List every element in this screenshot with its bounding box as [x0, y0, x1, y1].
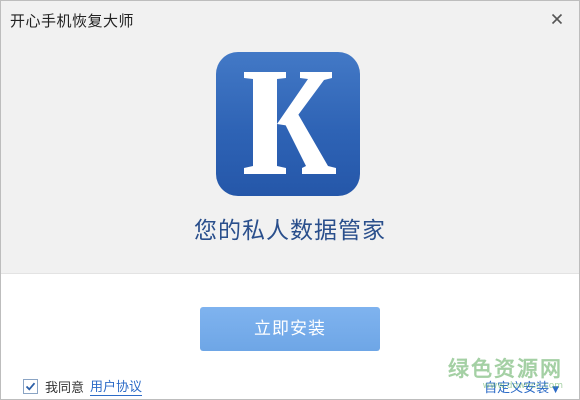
agree-label: 我同意 — [45, 380, 85, 396]
title-bar: 开心手机恢复大师 — [1, 1, 579, 41]
install-button[interactable]: 立即安装 — [200, 307, 380, 351]
tagline: 您的私人数据管家 — [194, 218, 386, 244]
agree-checkbox[interactable] — [23, 378, 38, 394]
bottom-panel: 立即安装 我同意 用户协议 自定义安装 ▼ — [1, 273, 579, 399]
user-agreement-link[interactable]: 用户协议 — [90, 376, 143, 396]
app-logo-k-icon — [244, 72, 336, 174]
close-icon — [551, 13, 563, 25]
agreement-row: 我同意 用户协议 — [23, 376, 143, 396]
window-title: 开心手机恢复大师 — [10, 12, 135, 30]
triangle-down-icon: ▼ — [552, 385, 559, 395]
custom-install-button[interactable]: 自定义安装 ▼ — [484, 377, 559, 396]
installer-window: 开心手机恢复大师 您的私人数据管家 立即安装 我同意 用户协议 自定义安装 ▼ … — [0, 0, 580, 400]
custom-install-label: 自定义安装 — [484, 381, 550, 396]
checkmark-icon — [25, 382, 36, 391]
app-logo — [216, 52, 360, 196]
close-button[interactable] — [547, 9, 567, 29]
